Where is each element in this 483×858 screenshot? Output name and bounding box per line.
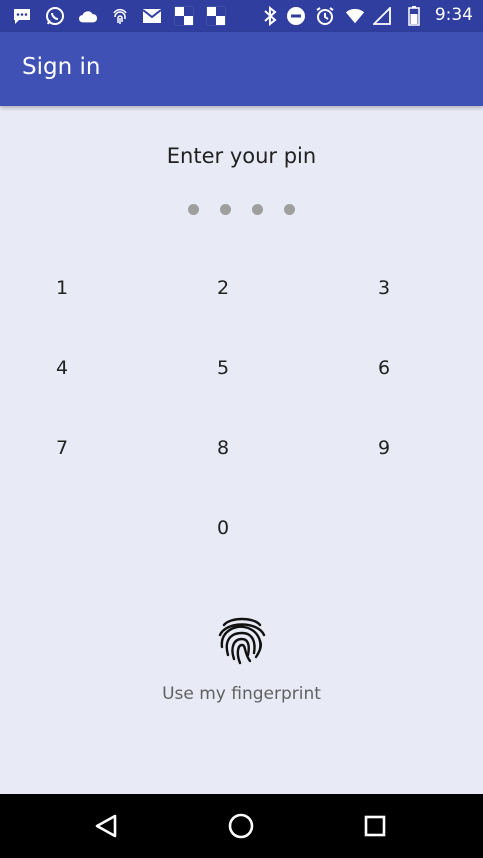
chat-bubble-icon — [12, 6, 32, 26]
key-5[interactable]: 5 — [183, 338, 263, 398]
wifi-icon — [345, 6, 365, 26]
pin-dot — [284, 204, 295, 215]
chess-icon — [174, 6, 194, 26]
bluetooth-icon — [260, 6, 280, 26]
recents-icon[interactable] — [357, 808, 393, 844]
home-icon[interactable] — [223, 808, 259, 844]
pin-prompt: Enter your pin — [166, 144, 317, 168]
pin-dot — [220, 204, 231, 215]
fingerprint-label[interactable]: Use my fingerprint — [0, 684, 483, 704]
key-4[interactable]: 4 — [22, 338, 102, 398]
alarm-icon — [315, 6, 335, 26]
key-1[interactable]: 1 — [22, 258, 102, 318]
navigation-bar — [0, 794, 483, 858]
status-time: 9:34 — [434, 5, 473, 25]
fingerprint-button[interactable] — [190, 606, 294, 676]
fingerprint-icon — [216, 611, 268, 671]
page-title: Sign in — [22, 54, 101, 80]
key-0[interactable]: 0 — [183, 498, 263, 558]
pin-dot — [188, 204, 199, 215]
key-2[interactable]: 2 — [183, 258, 263, 318]
signal-icon — [372, 6, 392, 26]
battery-icon — [404, 6, 424, 26]
whatsapp-icon — [45, 6, 65, 26]
key-7[interactable]: 7 — [22, 418, 102, 478]
key-6[interactable]: 6 — [344, 338, 424, 398]
pin-indicator — [188, 204, 296, 216]
key-9[interactable]: 9 — [344, 418, 424, 478]
pin-dot — [252, 204, 263, 215]
status-bar: 9:34 — [0, 0, 483, 32]
app-bar: Sign in — [0, 32, 483, 106]
cloud-icon — [78, 6, 98, 26]
key-8[interactable]: 8 — [183, 418, 263, 478]
chess-icon — [206, 6, 226, 26]
fingerprint-icon — [110, 6, 130, 26]
back-icon[interactable] — [88, 808, 124, 844]
mail-icon — [142, 6, 162, 26]
sign-in-screen: 9:34 Sign in Enter your pin 1 2 3 4 5 6 … — [0, 0, 483, 858]
key-3[interactable]: 3 — [344, 258, 424, 318]
do-not-disturb-icon — [286, 6, 306, 26]
